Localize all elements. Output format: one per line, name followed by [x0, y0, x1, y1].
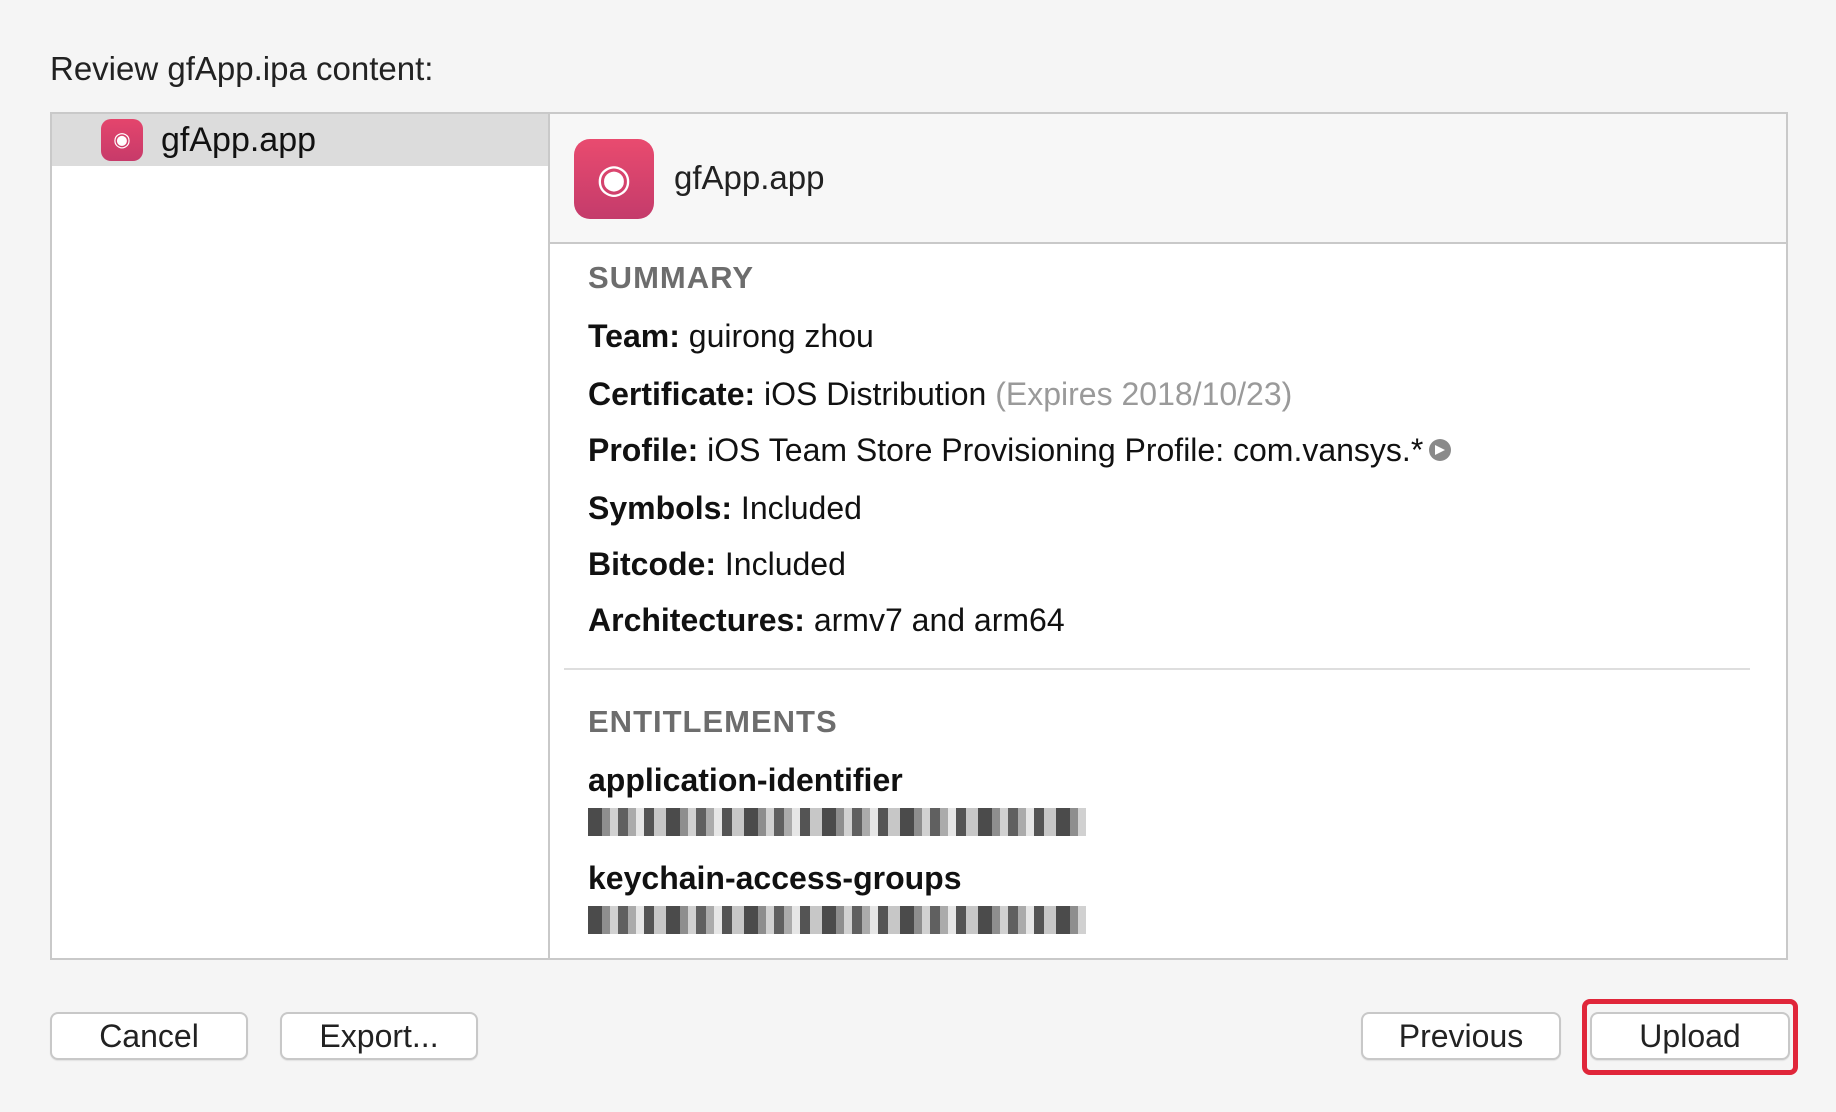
team-row: Team: guirong zhou [588, 318, 874, 355]
app-header: ◉ gfApp.app [550, 114, 1786, 244]
sidebar-item-label: gfApp.app [161, 120, 317, 159]
redacted-value [588, 808, 1086, 836]
certificate-expiry: (Expires 2018/10/23) [995, 376, 1293, 412]
cancel-button[interactable]: Cancel [50, 1012, 248, 1060]
entitlements-heading: ENTITLEMENTS [588, 704, 838, 739]
team-value: guirong zhou [688, 318, 874, 354]
app-icon-large: ◉ [574, 139, 654, 219]
certificate-key: Certificate: [588, 376, 756, 412]
certificate-row: Certificate: iOS Distribution (Expires 2… [588, 376, 1292, 413]
symbols-row: Symbols: Included [588, 490, 862, 527]
entitlement-key: keychain-access-groups [588, 860, 962, 896]
team-key: Team: [588, 318, 680, 354]
arrow-circle-icon[interactable] [1429, 438, 1452, 461]
seal-icon: ◉ [113, 129, 131, 151]
sidebar: ◉ gfApp.app [52, 114, 550, 958]
architectures-row: Architectures: armv7 and arm64 [588, 602, 1065, 639]
app-icon: ◉ [101, 119, 143, 161]
bitcode-value: Included [724, 546, 846, 582]
bitcode-key: Bitcode: [588, 546, 716, 582]
export-button[interactable]: Export... [280, 1012, 478, 1060]
symbols-key: Symbols: [588, 490, 733, 526]
seal-icon: ◉ [596, 157, 632, 201]
architectures-value: armv7 and arm64 [813, 602, 1065, 638]
content-browser: ◉ gfApp.app ◉ gfApp.app SUMMARY Team: gu… [50, 112, 1788, 960]
redacted-value [588, 906, 1086, 934]
summary-heading: SUMMARY [588, 260, 755, 295]
previous-button[interactable]: Previous [1361, 1012, 1561, 1060]
bitcode-row: Bitcode: Included [588, 546, 846, 583]
entitlement-key: application-identifier [588, 762, 903, 798]
profile-key: Profile: [588, 432, 699, 468]
section-divider [564, 668, 1750, 670]
certificate-value: iOS Distribution [764, 376, 987, 412]
dialog-title: Review gfApp.ipa content: [50, 50, 434, 87]
sidebar-item-gfapp[interactable]: ◉ gfApp.app [52, 114, 548, 166]
detail-panel: ◉ gfApp.app SUMMARY Team: guirong zhou C… [550, 114, 1786, 958]
app-name: gfApp.app [674, 159, 825, 196]
profile-value: iOS Team Store Provisioning Profile: com… [707, 432, 1424, 468]
profile-row: Profile: iOS Team Store Provisioning Pro… [588, 432, 1452, 469]
architectures-key: Architectures: [588, 602, 805, 638]
upload-highlight-annotation [1582, 999, 1798, 1075]
symbols-value: Included [740, 490, 862, 526]
